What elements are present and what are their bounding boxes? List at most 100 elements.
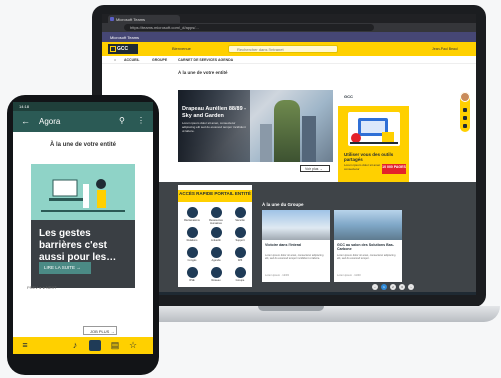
news-excerpt: Lorem ipsum dolor sit amet, consectetur … bbox=[265, 254, 324, 261]
news-meta: Lorem ipsum · 12/03 bbox=[265, 274, 289, 277]
user-name[interactable]: Jean-Paul Beaul bbox=[432, 47, 458, 51]
quick-access-label: Congés bbox=[187, 259, 197, 262]
bell-icon[interactable] bbox=[463, 108, 467, 112]
nav-item-services[interactable]: CARNET DE SERVICES bbox=[178, 58, 217, 62]
linkedin-icon bbox=[211, 227, 222, 238]
quick-access-item[interactable]: Réclamations bbox=[183, 207, 201, 227]
quick-access-label: Agenda bbox=[211, 259, 221, 262]
teams-icon bbox=[110, 17, 114, 21]
news-meta: Lorem ipsum · 11/03 bbox=[337, 274, 361, 277]
header-welcome: Bienvenue bbox=[172, 46, 191, 51]
star-icon[interactable]: ☆ bbox=[127, 340, 139, 351]
quick-access-label: Support bbox=[235, 239, 245, 242]
building-illustration bbox=[302, 116, 316, 162]
promo-card[interactable]: GCC Utiliser vous des outils partagés Lo… bbox=[338, 90, 409, 193]
wifi-icon bbox=[235, 247, 246, 258]
home-icon[interactable] bbox=[89, 340, 101, 351]
globe-icon bbox=[211, 267, 222, 278]
quick-access-item[interactable]: Groupe bbox=[231, 267, 249, 287]
chat-icon[interactable] bbox=[463, 116, 467, 120]
news-card[interactable]: GCC au salon des Solutions Bas-Carbone L… bbox=[334, 210, 402, 282]
featured-section-title: À la une de votre entité bbox=[178, 70, 228, 75]
promo-title: Utiliser vous des outils partagés bbox=[344, 152, 394, 162]
quick-access-item[interactable]: RSE bbox=[183, 267, 201, 287]
hero-title: Drapeau Aurélien 88/89 - Sky and Garden bbox=[182, 106, 246, 119]
promo-logo: GCC bbox=[344, 94, 353, 99]
teams-app-bar: Microsoft Teams bbox=[102, 32, 476, 42]
gcc-logo[interactable]: GCC bbox=[108, 44, 138, 54]
main-nav: ⌂ ACCUEIL GROUPE CARNET DE SERVICES AGEN… bbox=[102, 56, 476, 64]
nav-item-accueil[interactable]: ACCUEIL bbox=[124, 58, 140, 62]
pager-page[interactable]: 3 bbox=[399, 284, 405, 290]
quick-access-label: RSE bbox=[189, 279, 195, 282]
news-title: GCC au salon des Solutions Bas-Carbone bbox=[337, 243, 394, 252]
sitemap-icon bbox=[187, 207, 198, 218]
document-icon[interactable]: ▤ bbox=[109, 340, 121, 351]
quick-access-item[interactable]: Agenda bbox=[207, 247, 225, 267]
read-more-button[interactable]: LIRE LA SUITE → bbox=[39, 262, 91, 274]
search-input[interactable]: Rechercher dans l'intranet bbox=[228, 45, 338, 53]
job-plus-button[interactable]: JOB PLUS → bbox=[83, 326, 117, 335]
building-illustration bbox=[260, 124, 272, 162]
laptop-notch bbox=[258, 306, 324, 311]
chevron-left-icon[interactable]: ‹ bbox=[372, 284, 378, 290]
shield-icon bbox=[235, 207, 246, 218]
quick-access-item[interactable]: Ressources Humaines bbox=[207, 207, 225, 227]
quick-access-label: Ressources Humaines bbox=[209, 219, 223, 225]
menu-icon[interactable]: ≡ bbox=[19, 340, 31, 351]
promo-header: GCC bbox=[338, 90, 409, 106]
chat-icon bbox=[187, 227, 198, 238]
star-icon[interactable] bbox=[463, 124, 467, 128]
phone-featured-card[interactable]: Les gestes barrières c'est aussi pour le… bbox=[31, 164, 135, 288]
news-title: Victoire dans l'Interal bbox=[265, 243, 302, 247]
address-bar[interactable]: https://teams.microsoft.com/_#/apps/... bbox=[124, 24, 374, 31]
promo-badge: 10 000 PAGES bbox=[382, 164, 406, 174]
quick-access-item[interactable]: LinkedIn bbox=[207, 227, 225, 247]
pager-page[interactable]: 1 bbox=[381, 284, 387, 290]
hero-subtitle: Lorem ipsum dolor sit amet, consectetur … bbox=[182, 121, 246, 133]
nav-item-groupe[interactable]: GROUPE bbox=[152, 58, 167, 62]
quick-access-item[interactable]: Congés bbox=[183, 247, 201, 267]
news-card[interactable]: Victoire dans l'Interal Lorem ipsum dolo… bbox=[262, 210, 330, 282]
search-placeholder: Rechercher dans l'intranet bbox=[237, 47, 284, 52]
card-illustration bbox=[31, 164, 135, 220]
promo-illustration bbox=[348, 112, 400, 146]
quick-access-label: Groupe bbox=[235, 279, 245, 282]
see-more-button[interactable]: Voir plus → bbox=[300, 165, 330, 172]
phone-app-bar: ← Agora ⚲ ⋮ bbox=[13, 111, 153, 132]
search-icon[interactable]: ⚲ bbox=[119, 116, 125, 125]
news-excerpt: Lorem ipsum dolor sit amet, consectetur … bbox=[337, 254, 396, 261]
quick-access-item[interactable]: Réseau bbox=[207, 267, 225, 287]
card-title: Les gestes barrières c'est aussi pour le… bbox=[39, 228, 117, 263]
back-arrow-icon[interactable]: ← bbox=[21, 116, 30, 126]
news-image bbox=[262, 210, 330, 240]
quick-access-title: ACCÈS RAPIDE PORTAIL ENTITÉ bbox=[178, 190, 252, 202]
avatar[interactable] bbox=[460, 92, 470, 102]
hero-banner[interactable]: Drapeau Aurélien 88/89 - Sky and Garden … bbox=[178, 90, 333, 162]
bell-icon[interactable]: ♪ bbox=[69, 340, 81, 351]
calendar-icon bbox=[187, 247, 198, 258]
quick-access-item[interactable]: Relations bbox=[183, 227, 201, 247]
quick-access-item[interactable]: Sécurité bbox=[231, 207, 249, 227]
news-image bbox=[334, 210, 402, 240]
more-icon[interactable]: ⋮ bbox=[137, 116, 145, 125]
phone-status-bar: 14:18 bbox=[13, 102, 153, 111]
browser-tab-title: Microsoft Teams bbox=[116, 17, 146, 22]
leaf-icon bbox=[187, 267, 198, 278]
quick-access-label: Réclamations bbox=[184, 219, 200, 222]
nav-item-agenda[interactable]: AGENDA bbox=[218, 58, 233, 62]
browser-tab[interactable]: Microsoft Teams bbox=[108, 15, 180, 23]
chevron-right-icon[interactable]: › bbox=[408, 284, 414, 290]
status-time: 14:18 bbox=[19, 104, 30, 109]
pager-page[interactable]: 2 bbox=[390, 284, 396, 290]
app-title: Agora bbox=[39, 117, 61, 126]
carousel-pagination[interactable]: PREV ● ● NEXT bbox=[27, 285, 139, 290]
quick-access-label: Réseau bbox=[211, 279, 221, 282]
gear-icon bbox=[235, 227, 246, 238]
quick-access-item[interactable]: Support bbox=[231, 227, 249, 247]
teams-app-name: Microsoft Teams bbox=[110, 35, 140, 40]
quick-access-item[interactable]: Wifi bbox=[231, 247, 249, 267]
quick-access-panel: ACCÈS RAPIDE PORTAIL ENTITÉ Réclamations… bbox=[178, 185, 252, 287]
home-icon[interactable]: ⌂ bbox=[114, 58, 116, 62]
quick-access-label: Wifi bbox=[237, 259, 243, 262]
